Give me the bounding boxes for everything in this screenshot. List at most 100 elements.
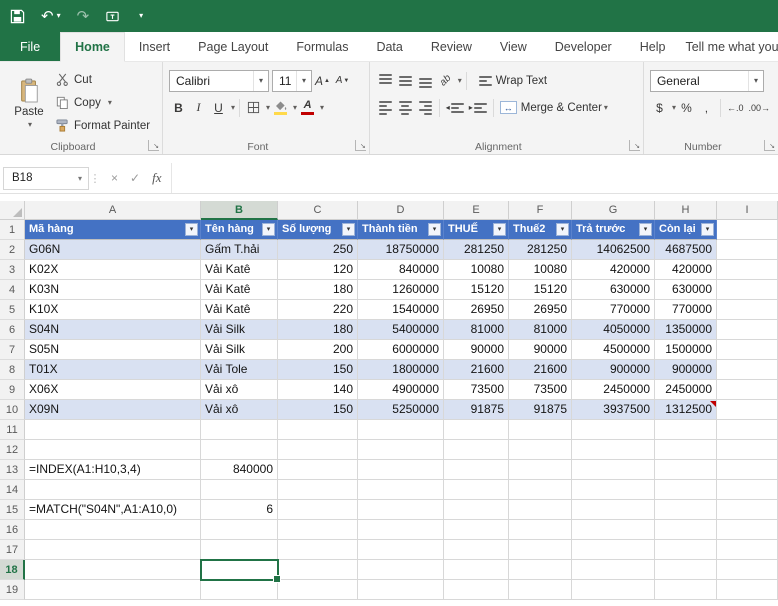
cell-A7[interactable]: S05N bbox=[25, 340, 201, 360]
align-left-button[interactable] bbox=[376, 97, 395, 119]
filter-button-A1[interactable]: ▾ bbox=[185, 223, 198, 236]
row-header-1[interactable]: 1 bbox=[0, 220, 25, 240]
cell-C3[interactable]: 120 bbox=[278, 260, 358, 280]
orientation-dropdown[interactable]: ▾ bbox=[458, 76, 462, 85]
cell-D18[interactable] bbox=[358, 560, 444, 580]
cell-G5[interactable]: 770000 bbox=[572, 300, 655, 320]
cell-E16[interactable] bbox=[444, 520, 509, 540]
cell-E11[interactable] bbox=[444, 420, 509, 440]
cell-B17[interactable] bbox=[201, 540, 278, 560]
cell-E15[interactable] bbox=[444, 500, 509, 520]
cell-I2[interactable] bbox=[717, 240, 778, 260]
cell-G1[interactable]: Trả trước ▾ bbox=[572, 220, 655, 240]
cell-D4[interactable]: 1260000 bbox=[358, 280, 444, 300]
cell-D17[interactable] bbox=[358, 540, 444, 560]
cell-I17[interactable] bbox=[717, 540, 778, 560]
cell-H12[interactable] bbox=[655, 440, 717, 460]
decrease-decimal-button[interactable]: .00→ bbox=[746, 97, 772, 119]
tab-page-layout[interactable]: Page Layout bbox=[184, 32, 282, 61]
name-box[interactable]: B18 ▾ bbox=[3, 166, 89, 190]
cell-C19[interactable] bbox=[278, 580, 358, 600]
row-header-9[interactable]: 9 bbox=[0, 380, 25, 400]
cell-F13[interactable] bbox=[509, 460, 572, 480]
cancel-formula-button[interactable]: × bbox=[111, 171, 118, 185]
cell-G6[interactable]: 4050000 bbox=[572, 320, 655, 340]
cell-D19[interactable] bbox=[358, 580, 444, 600]
cell-I10[interactable] bbox=[717, 400, 778, 420]
row-header-11[interactable]: 11 bbox=[0, 420, 25, 440]
cell-A18[interactable] bbox=[25, 560, 201, 580]
align-center-button[interactable] bbox=[396, 97, 415, 119]
cell-F12[interactable] bbox=[509, 440, 572, 460]
cell-B12[interactable] bbox=[201, 440, 278, 460]
cell-B8[interactable]: Vải Tole bbox=[201, 360, 278, 380]
row-header-19[interactable]: 19 bbox=[0, 580, 25, 600]
cell-E9[interactable]: 73500 bbox=[444, 380, 509, 400]
cell-C16[interactable] bbox=[278, 520, 358, 540]
cell-D7[interactable]: 6000000 bbox=[358, 340, 444, 360]
cell-C14[interactable] bbox=[278, 480, 358, 500]
cell-A19[interactable] bbox=[25, 580, 201, 600]
cell-A3[interactable]: K02X bbox=[25, 260, 201, 280]
cell-F19[interactable] bbox=[509, 580, 572, 600]
cell-D14[interactable] bbox=[358, 480, 444, 500]
cell-A9[interactable]: X06X bbox=[25, 380, 201, 400]
cell-H1[interactable]: Còn lại ▾ bbox=[655, 220, 717, 240]
row-header-10[interactable]: 10 bbox=[0, 400, 25, 420]
tab-review[interactable]: Review bbox=[417, 32, 486, 61]
number-dialog-launcher[interactable]: ↘ bbox=[764, 140, 775, 151]
enter-formula-button[interactable]: ✓ bbox=[130, 171, 140, 185]
cell-A5[interactable]: K10X bbox=[25, 300, 201, 320]
column-header-I[interactable]: I bbox=[717, 201, 778, 220]
cell-F9[interactable]: 73500 bbox=[509, 380, 572, 400]
undo-button[interactable]: ↶ ▾ bbox=[41, 9, 61, 24]
cell-D11[interactable] bbox=[358, 420, 444, 440]
decrease-font-size-button[interactable]: A ▼ bbox=[333, 70, 352, 92]
cell-C2[interactable]: 250 bbox=[278, 240, 358, 260]
alignment-dialog-launcher[interactable]: ↘ bbox=[628, 140, 640, 151]
cell-C1[interactable]: Số lượng ▾ bbox=[278, 220, 358, 240]
cell-F8[interactable]: 21600 bbox=[509, 360, 572, 380]
cell-G2[interactable]: 14062500 bbox=[572, 240, 655, 260]
cell-F10[interactable]: 91875 bbox=[509, 400, 572, 420]
cell-A11[interactable] bbox=[25, 420, 201, 440]
decrease-indent-button[interactable]: ◂ bbox=[444, 97, 466, 119]
cell-H6[interactable]: 1350000 bbox=[655, 320, 717, 340]
cell-B6[interactable]: Vải Silk bbox=[201, 320, 278, 340]
cell-H17[interactable] bbox=[655, 540, 717, 560]
cell-C18[interactable] bbox=[278, 560, 358, 580]
row-header-18[interactable]: 18 bbox=[0, 560, 25, 580]
cell-D16[interactable] bbox=[358, 520, 444, 540]
row-header-4[interactable]: 4 bbox=[0, 280, 25, 300]
column-header-D[interactable]: D bbox=[358, 201, 444, 220]
cell-E1[interactable]: THUẾ ▾ bbox=[444, 220, 509, 240]
filter-button-G1[interactable]: ▾ bbox=[639, 223, 652, 236]
cell-A10[interactable]: X09N bbox=[25, 400, 201, 420]
cell-I5[interactable] bbox=[717, 300, 778, 320]
cell-H13[interactable] bbox=[655, 460, 717, 480]
cell-C4[interactable]: 180 bbox=[278, 280, 358, 300]
cell-F11[interactable] bbox=[509, 420, 572, 440]
cell-H4[interactable]: 630000 bbox=[655, 280, 717, 300]
cell-A13[interactable]: =INDEX(A1:H10,3,4) bbox=[25, 460, 201, 480]
row-header-14[interactable]: 14 bbox=[0, 480, 25, 500]
cell-F15[interactable] bbox=[509, 500, 572, 520]
filter-button-E1[interactable]: ▾ bbox=[493, 223, 506, 236]
column-header-E[interactable]: E bbox=[444, 201, 509, 220]
cell-C17[interactable] bbox=[278, 540, 358, 560]
cell-B4[interactable]: Vải Katê bbox=[201, 280, 278, 300]
cell-C11[interactable] bbox=[278, 420, 358, 440]
cell-C10[interactable]: 150 bbox=[278, 400, 358, 420]
cell-I1[interactable] bbox=[717, 220, 778, 240]
cell-I11[interactable] bbox=[717, 420, 778, 440]
cell-D1[interactable]: Thành tiền ▾ bbox=[358, 220, 444, 240]
filter-button-D1[interactable]: ▾ bbox=[428, 223, 441, 236]
cell-E19[interactable] bbox=[444, 580, 509, 600]
cell-B16[interactable] bbox=[201, 520, 278, 540]
increase-decimal-button[interactable]: ←.0 bbox=[725, 97, 746, 119]
borders-button[interactable] bbox=[244, 97, 263, 119]
increase-font-size-button[interactable]: A ▲ bbox=[313, 70, 332, 92]
cell-I8[interactable] bbox=[717, 360, 778, 380]
row-header-3[interactable]: 3 bbox=[0, 260, 25, 280]
percent-style-button[interactable]: % bbox=[677, 97, 696, 119]
